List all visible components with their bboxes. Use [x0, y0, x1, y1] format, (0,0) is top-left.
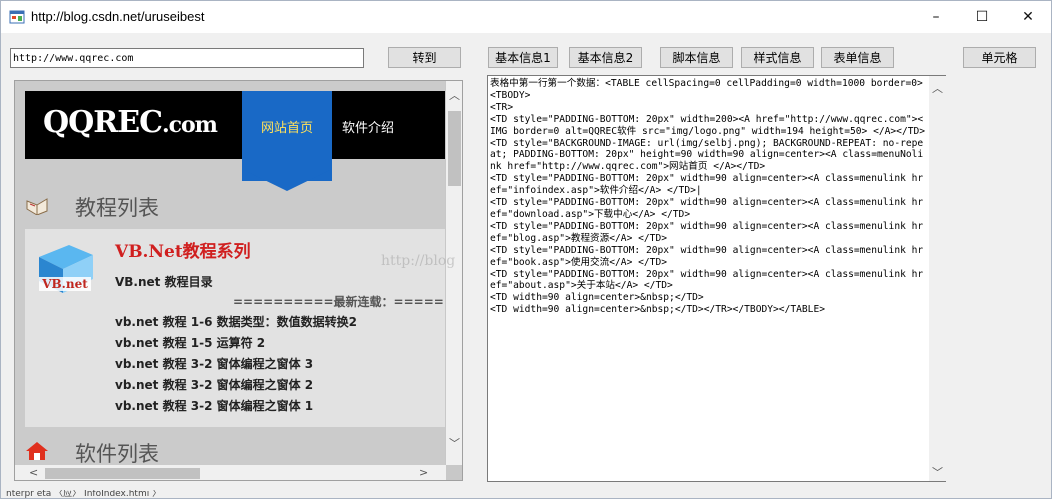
software-title: 软件列表 — [75, 442, 159, 465]
go-button[interactable]: 转到 — [388, 47, 461, 68]
tutorials-title: 教程列表 — [75, 196, 159, 220]
watermark-text: http://blog — [381, 253, 456, 269]
scroll-up-icon[interactable]: ︿ — [449, 87, 460, 103]
article-link[interactable]: vb.net 教程 1-5 运算符 2 — [115, 334, 265, 351]
basic-info2-button[interactable]: 基本信息2 — [569, 47, 642, 68]
app-icon — [9, 10, 25, 24]
cell-button[interactable]: 单元格 — [963, 47, 1036, 68]
url-input[interactable] — [10, 48, 364, 68]
article-link[interactable]: vb.net 教程 1-6 数据类型：数值数据转换2 — [115, 313, 357, 330]
basic-info1-button[interactable]: 基本信息1 — [488, 47, 558, 68]
nav-item-home[interactable]: 网站首页 — [242, 91, 332, 181]
output-vertical-scrollbar[interactable]: ︿ ﹀ — [929, 76, 946, 481]
series-title[interactable]: VB.Net教程系列 — [115, 237, 251, 262]
series-directory-link[interactable]: VB.net 教程目录 — [115, 273, 213, 290]
vertical-scroll-thumb[interactable] — [448, 111, 461, 186]
horizontal-scroll-thumb[interactable] — [45, 468, 200, 479]
article-link[interactable]: vb.net 教程 3-2 窗体编程之窗体 1 — [115, 397, 313, 414]
home-icon — [26, 442, 48, 460]
article-link[interactable]: vb.net 教程 3-2 窗体编程之窗体 3 — [115, 355, 313, 372]
close-button[interactable]: ✕ — [1005, 1, 1051, 33]
output-text: 表格中第一行第一个数据：<TABLE cellSpacing=0 cellPad… — [490, 78, 926, 316]
window-title: http://blog.csdn.net/uruseibest — [31, 9, 205, 24]
site-header: QQREC.com 网站首页 软件介绍 — [25, 91, 445, 181]
nav-item-software[interactable]: 软件介绍 — [342, 117, 394, 136]
browser-viewport: QQREC.com 网站首页 软件介绍 教程列表 VB.net VB.Net教程… — [15, 81, 445, 465]
output-scroll-up-icon[interactable]: ︿ — [932, 80, 943, 96]
browser-horizontal-scrollbar[interactable]: < > — [15, 465, 446, 480]
article-link[interactable]: vb.net 教程 3-2 窗体编程之窗体 2 — [115, 376, 313, 393]
logo-suffix: .com — [161, 112, 218, 138]
form-info-button[interactable]: 表单信息 — [821, 47, 894, 68]
vb-logo-text: VB.net — [41, 277, 88, 291]
book-icon — [26, 198, 48, 215]
app-window: http://blog.csdn.net/uruseibest – ☐ ✕ 转到… — [0, 0, 1052, 499]
minimize-button[interactable]: – — [913, 1, 959, 33]
style-info-button[interactable]: 样式信息 — [741, 47, 814, 68]
nav-active-pointer — [242, 169, 332, 191]
maximize-button[interactable]: ☐ — [959, 1, 1005, 33]
scroll-left-icon[interactable]: < — [29, 466, 38, 479]
scroll-down-icon[interactable]: ﹀ — [449, 435, 460, 451]
web-browser[interactable]: QQREC.com 网站首页 软件介绍 教程列表 VB.net VB.Net教程… — [14, 80, 463, 481]
status-line: nterpr eta 〈应〉 InfoIndex.htmi 〉 — [6, 490, 162, 499]
output-scroll-down-icon[interactable]: ﹀ — [932, 464, 943, 480]
browser-vertical-scrollbar[interactable]: ︿ ﹀ — [446, 81, 462, 465]
nav-item-home-label: 网站首页 — [260, 121, 313, 136]
logo-main: QQREC — [43, 105, 163, 140]
script-info-button[interactable]: 脚本信息 — [660, 47, 733, 68]
vb-net-logo-icon: VB.net — [39, 245, 93, 293]
site-logo[interactable]: QQREC.com — [43, 105, 218, 140]
scroll-right-icon[interactable]: > — [419, 466, 428, 479]
title-bar: http://blog.csdn.net/uruseibest – ☐ ✕ — [1, 1, 1051, 33]
output-textbox[interactable]: 表格中第一行第一个数据：<TABLE cellSpacing=0 cellPad… — [487, 75, 946, 482]
latest-banner: ==========最新连载：===== — [233, 295, 444, 309]
